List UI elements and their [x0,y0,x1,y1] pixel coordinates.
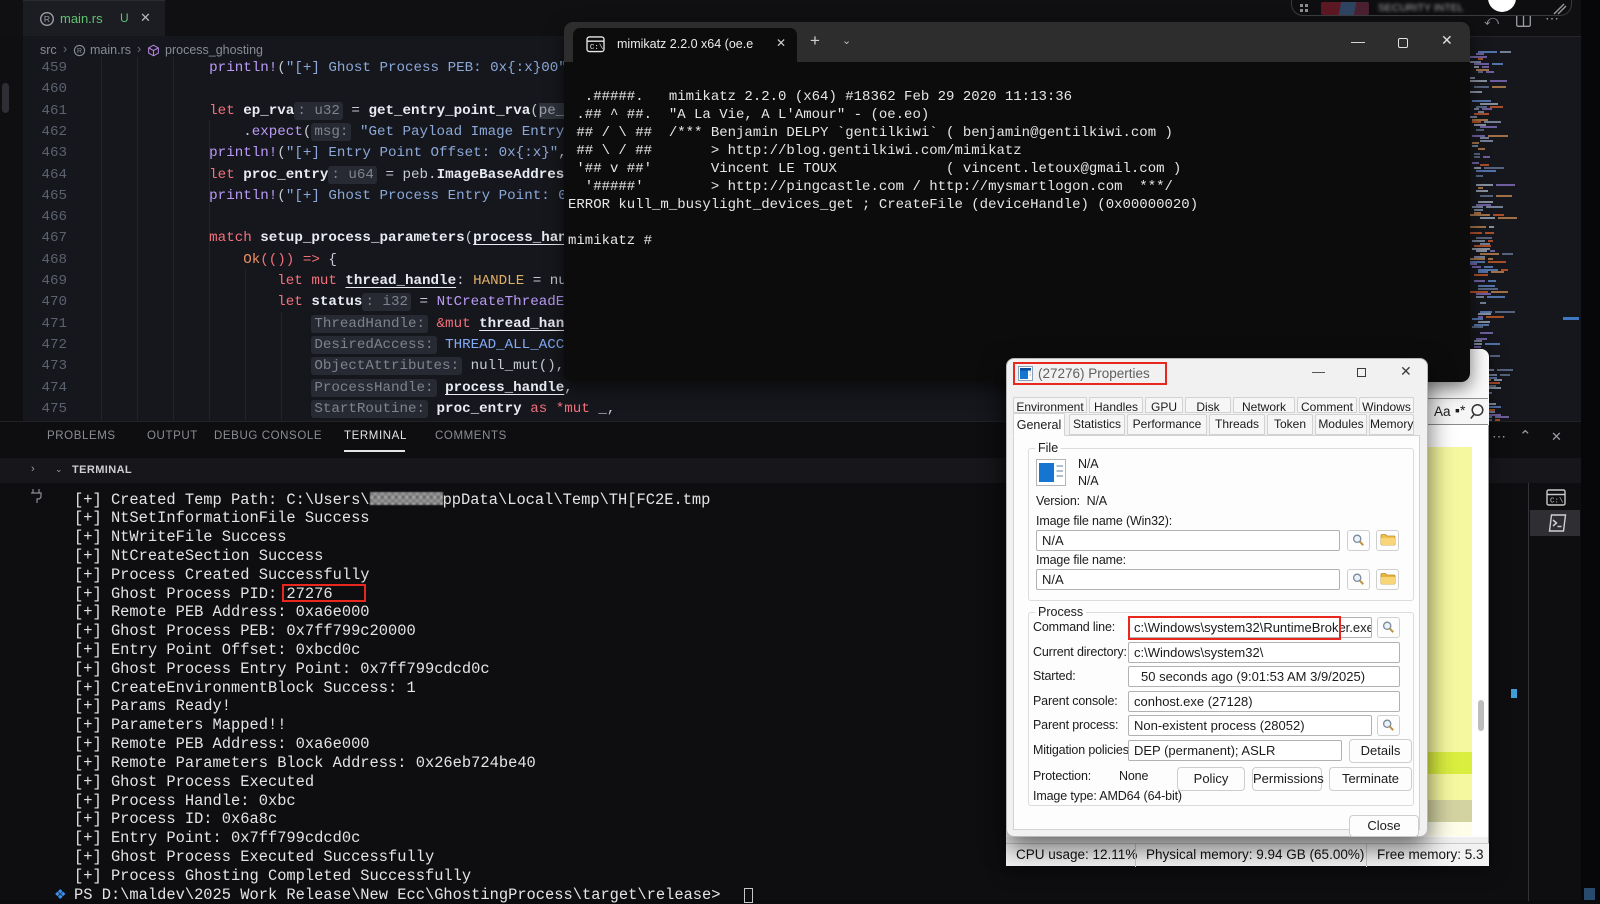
svg-text:C:\: C:\ [590,44,604,52]
svg-text:R: R [77,48,82,55]
svg-text:R: R [44,14,50,24]
svg-text:C:\: C:\ [1550,498,1564,506]
